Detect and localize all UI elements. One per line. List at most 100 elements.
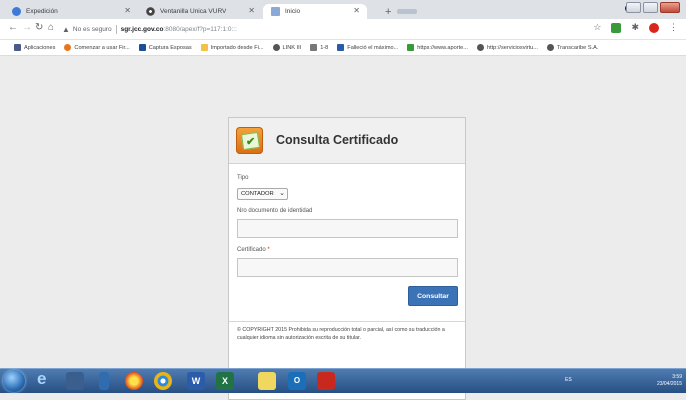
bookmark-label: 1-8 [320, 44, 329, 51]
bookmark-item[interactable]: Transcaribe S.A. [546, 44, 599, 51]
url-path: :8080/apex/f?p=117:1:0::: [163, 25, 237, 33]
news-icon [337, 44, 345, 51]
bookmark-label: Captura Esposas [148, 44, 192, 51]
tab-label: Inicio [285, 8, 301, 15]
bookmark-label: Comenzar a usar Fir... [74, 44, 130, 51]
tipo-select[interactable]: CONTADOR ⌄ [237, 188, 288, 200]
word-icon[interactable]: W [187, 372, 205, 390]
grid-icon [271, 7, 280, 16]
windows-taskbar: e W X O ES 3:59 23/04/2015 [0, 368, 686, 393]
globe-icon [272, 44, 280, 51]
security-label[interactable]: No es seguro [73, 26, 112, 33]
minimize-icon[interactable] [626, 2, 641, 13]
bookmark-item[interactable]: Captura Esposas [138, 44, 192, 51]
browser-toolbar: ← → ↻ ⌂ ▲ No es seguro sgr.jcc.gov.co :8… [0, 19, 686, 40]
clock-date: 23/04/2015 [656, 381, 682, 387]
tab-expedicion[interactable]: Expedición ✕ [4, 4, 138, 19]
pdf-icon[interactable] [317, 372, 335, 390]
tipo-label: Tipo [237, 175, 249, 181]
url-host: sgr.jcc.gov.co [120, 25, 164, 33]
folder-icon[interactable] [258, 372, 276, 390]
puzzle-icon[interactable]: ✱ [631, 22, 639, 33]
excel-icon[interactable]: X [216, 372, 234, 390]
consultar-button[interactable]: Consultar [408, 286, 458, 306]
documento-input[interactable] [237, 219, 458, 238]
globe-icon [476, 44, 484, 51]
leaf-icon [407, 44, 415, 51]
divider [115, 24, 117, 34]
folder-icon [200, 44, 208, 51]
extension-red-icon[interactable] [649, 22, 659, 33]
bookmark-item[interactable]: Comenzar a usar Fir... [64, 44, 130, 51]
menu-icon[interactable]: ⋮ [669, 22, 678, 33]
tab-new[interactable]: + [371, 4, 425, 19]
certificado-label-text: Certificado [237, 247, 266, 253]
star-icon[interactable]: ☆ [593, 22, 601, 33]
bookmark-label: Aplicaciones [24, 44, 56, 51]
et-icon [138, 44, 146, 51]
certificado-input[interactable] [237, 258, 458, 277]
tab-inicio[interactable]: Inicio ✕ [263, 4, 367, 19]
outlook-icon[interactable]: O [288, 372, 306, 390]
bookmark-apps[interactable]: Aplicaciones [14, 44, 55, 51]
globe-icon [12, 7, 21, 16]
chrome-icon[interactable] [154, 372, 172, 390]
app-icon[interactable] [99, 372, 109, 390]
certificado-label: Certificado * [237, 247, 270, 253]
chevron-down-icon: ⌄ [279, 190, 285, 197]
firefox-icon[interactable] [125, 372, 143, 390]
tipo-value: CONTADOR [241, 191, 274, 197]
documento-label: Nro documento de identidad [237, 208, 313, 214]
required-mark: * [267, 247, 270, 253]
page-background: ✔ Consulta Certificado Tipo CONTADOR ⌄ N… [0, 57, 686, 400]
language-indicator[interactable]: ES [565, 377, 572, 383]
reload-icon[interactable]: ↻ [35, 22, 43, 33]
bookmark-item[interactable]: Importado desde Fi... [200, 44, 264, 51]
apps-icon [14, 44, 21, 51]
window-controls [626, 2, 680, 13]
internet-explorer-icon[interactable]: e [37, 369, 55, 388]
bookmark-item[interactable]: https://www.aporte... [407, 44, 468, 51]
bookmark-item[interactable]: 1-8 [310, 44, 328, 51]
chrome-icon [146, 7, 155, 16]
tab-label: Ventanilla Unica VURV [160, 8, 227, 15]
form-title: Consulta Certificado [276, 133, 399, 147]
bookmark-label: http://serviciosvirtu... [486, 44, 538, 51]
bookmark-item[interactable]: http://serviciosvirtu... [476, 44, 538, 51]
warning-icon[interactable]: ▲ [62, 25, 70, 34]
address-bar[interactable]: ▲ No es seguro sgr.jcc.gov.co :8080/apex… [62, 22, 602, 36]
close-icon[interactable]: ✕ [353, 6, 360, 15]
forward-arrow-icon[interactable]: → [22, 22, 32, 33]
bookmark-label: Importado desde Fi... [210, 44, 264, 51]
bookmark-label: Transcaribe S.A. [556, 44, 599, 51]
toolbar-actions: ☆ ✱ ⋮ [593, 22, 678, 33]
bookmarks-bar: Aplicaciones Comenzar a usar Fir... Capt… [0, 40, 686, 56]
extension-icon[interactable] [611, 22, 622, 33]
close-icon[interactable]: ✕ [248, 6, 255, 15]
copyright-footer: © COPYRIGHT 2015 Prohibida su reproducci… [229, 321, 465, 342]
media-player-icon[interactable] [66, 372, 84, 390]
browser-tab-strip: Expedición ✕ Ventanilla Unica VURV ✕ Ini… [0, 0, 686, 19]
clock[interactable]: 3:59 23/04/2015 [657, 374, 682, 388]
bookmark-item[interactable]: LINK III [272, 44, 302, 51]
form-header: ✔ Consulta Certificado [229, 118, 465, 164]
bookmark-label: https://www.aporte... [417, 44, 468, 51]
bookmark-label: Falleció el máximo... [347, 44, 399, 51]
bookmark-label: LINK III [282, 44, 302, 51]
back-arrow-icon[interactable]: ← [8, 22, 18, 33]
close-icon[interactable]: ✕ [124, 6, 131, 15]
firefox-icon [64, 44, 72, 51]
start-button-icon[interactable] [3, 370, 25, 392]
clock-time: 3:59 [672, 374, 682, 380]
tab-label: Expedición [26, 8, 58, 15]
certificate-icon: ✔ [236, 127, 263, 154]
consulta-certificado-form: ✔ Consulta Certificado Tipo CONTADOR ⌄ N… [228, 117, 466, 400]
maximize-icon[interactable] [643, 2, 658, 13]
globe-icon [546, 44, 554, 51]
window-close-icon[interactable] [660, 2, 680, 13]
home-icon[interactable]: ⌂ [48, 22, 54, 33]
blurred-tab-label [397, 9, 418, 14]
bookmark-item[interactable]: Falleció el máximo... [337, 44, 398, 51]
tab-ventanilla[interactable]: Ventanilla Unica VURV ✕ [138, 4, 262, 19]
page-icon [310, 44, 318, 51]
